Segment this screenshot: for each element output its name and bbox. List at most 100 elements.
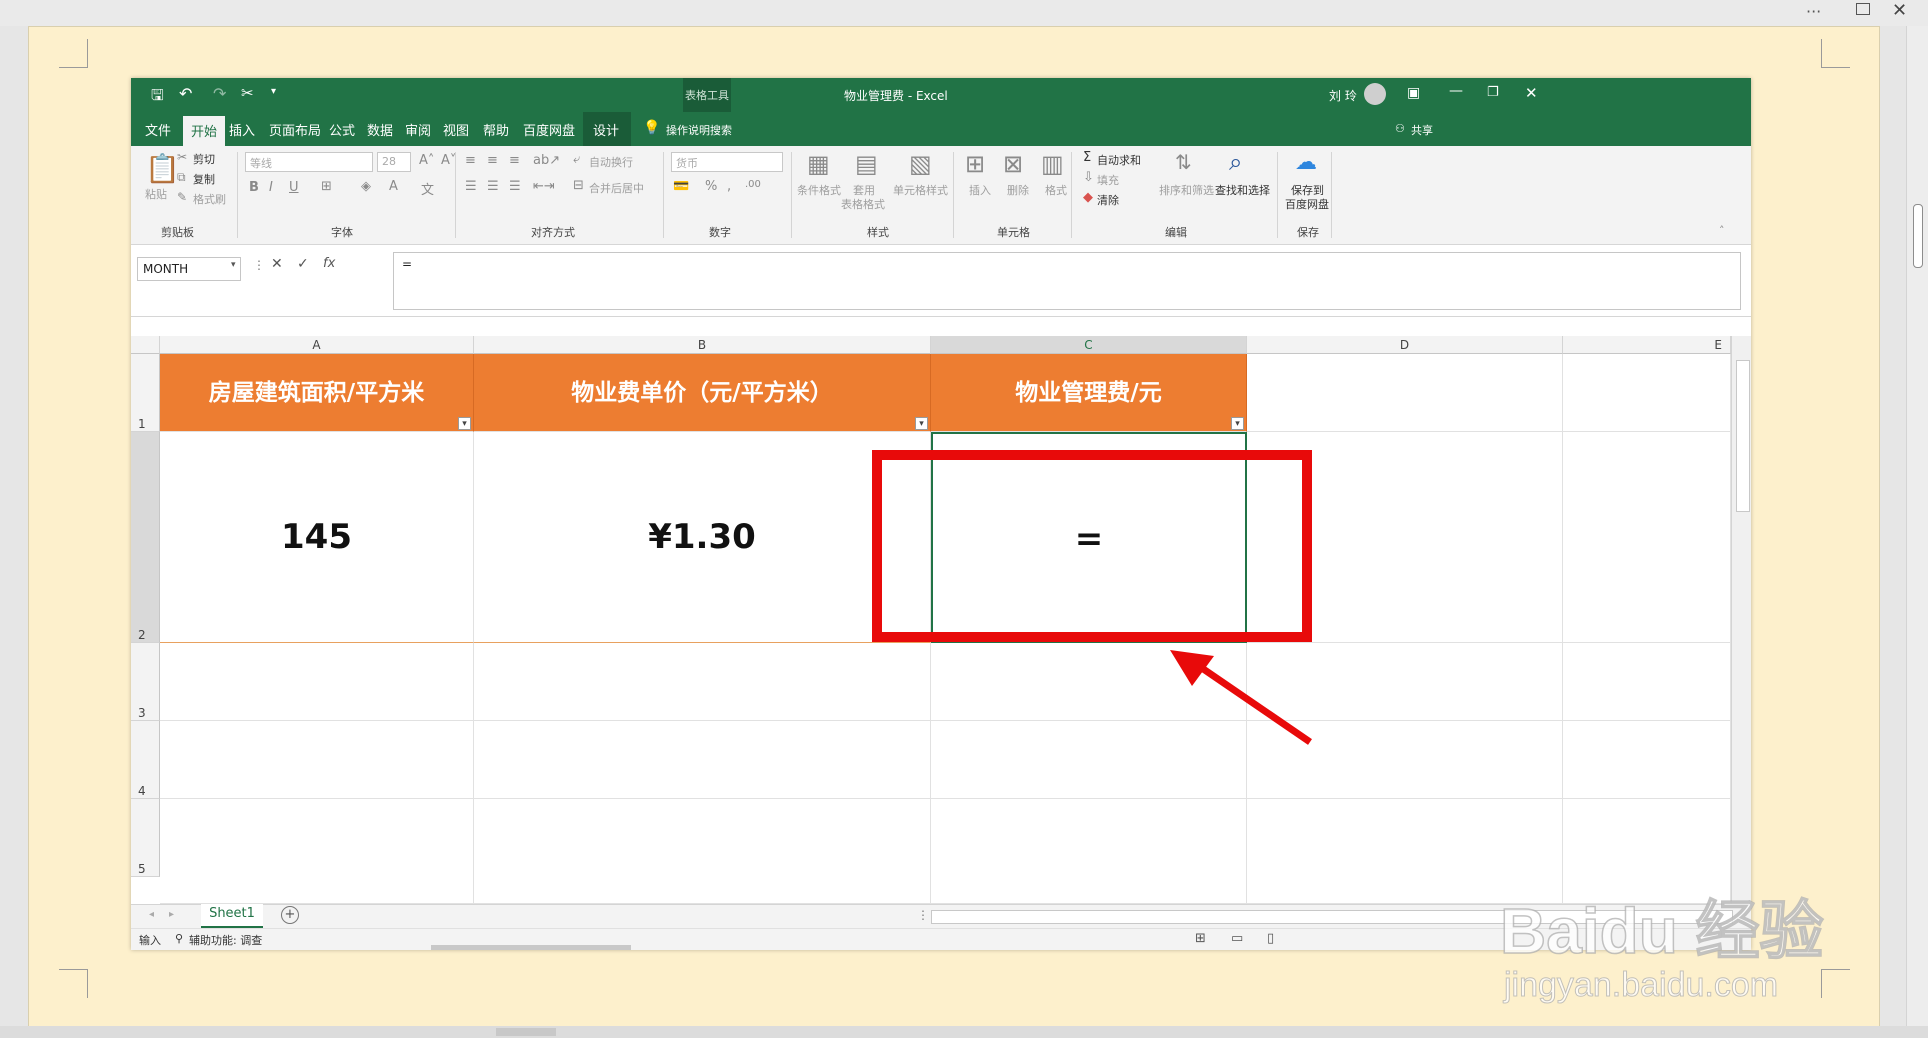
close-icon[interactable]: ✕ [1525,84,1538,102]
italic-icon[interactable]: I [269,180,273,195]
row-header-4[interactable]: 4 [131,721,160,799]
find-select-button[interactable]: 查找和选择 [1215,182,1270,198]
column-header-c[interactable]: C [931,336,1247,354]
sheet-scroll-thumb[interactable] [1736,360,1750,512]
save-icon[interactable]: 🖫 [151,85,164,110]
cell-b3[interactable] [474,643,931,721]
insert-cells-button[interactable]: 插入 [969,182,991,198]
accessibility-status[interactable]: 辅助功能: 调查 [189,932,262,948]
tab-view[interactable]: 视图 [443,120,469,139]
cut-qat-icon[interactable]: ✂ [241,84,254,102]
tab-insert[interactable]: 插入 [229,120,255,139]
row-header-1[interactable]: 1 [131,354,160,432]
cell-c5[interactable] [931,799,1247,904]
wrap-text-button[interactable]: 自动换行 [589,154,633,170]
restore-icon[interactable]: ❐ [1487,85,1499,100]
orientation-icon[interactable]: ab↗ [533,153,560,168]
collapse-ribbon-icon[interactable]: ˄ [1719,224,1725,237]
row-header-5[interactable]: 5 [131,799,160,877]
align-right-icon[interactable]: ☰ [509,179,521,194]
align-left-icon[interactable]: ☰ [465,179,477,194]
tab-split-grip-icon[interactable]: ⋮ [917,908,929,922]
cell-b5[interactable] [474,799,931,904]
scrollbar-thumb[interactable] [1913,204,1923,268]
window-mode-icon[interactable] [1856,3,1870,15]
font-size-box[interactable]: 28 [377,152,411,172]
currency-format-icon[interactable]: 💳 [673,179,689,194]
paste-button[interactable]: 粘贴 [145,186,167,202]
fill-button[interactable]: 填充 [1097,172,1119,188]
number-format-box[interactable]: 货币 [671,152,783,172]
cell-e1[interactable] [1563,354,1731,432]
conditional-format-button[interactable]: 条件格式 [797,182,841,198]
minimize-icon[interactable]: — [1449,83,1463,99]
copy-button[interactable]: 复制 [193,171,215,187]
delete-cells-button[interactable]: 删除 [1007,182,1029,198]
column-header-d[interactable]: D [1247,336,1563,354]
column-header-e[interactable]: E [1563,336,1731,354]
align-bottom-icon[interactable]: ≡ [509,153,520,168]
filter-dropdown-icon[interactable]: ▾ [458,417,471,430]
tab-help[interactable]: 帮助 [483,120,509,139]
cell-a4[interactable] [160,721,474,799]
customize-qat-icon[interactable]: ▾ [271,86,276,97]
row-header-2[interactable]: 2 [131,432,160,643]
align-center-icon[interactable]: ☰ [487,179,499,194]
name-box-dropdown-icon[interactable]: ▾ [231,260,236,270]
confirm-edit-icon[interactable]: ✓ [297,256,309,272]
header-cell-a1[interactable]: 房屋建筑面积/平方米 [160,354,474,432]
cell-d1[interactable] [1247,354,1563,432]
save-to-netdisk-button-line2[interactable]: 百度网盘 [1285,196,1329,212]
add-sheet-icon[interactable]: + [281,906,299,924]
clear-button[interactable]: 清除 [1097,192,1119,208]
align-middle-icon[interactable]: ≡ [487,153,498,168]
user-name[interactable]: 刘 玲 [1329,87,1357,104]
grow-font-icon[interactable]: A˄ [419,153,434,168]
header-cell-b1[interactable]: 物业费单价（元/平方米） [474,354,931,432]
prev-sheet-icon[interactable]: ◂ [149,909,154,920]
cell-e4[interactable] [1563,721,1731,799]
tab-formulas[interactable]: 公式 [329,120,355,139]
page-break-view-icon[interactable]: ▯ [1267,931,1274,946]
column-header-b[interactable]: B [474,336,931,354]
indent-icon[interactable]: ⇤⇥ [533,179,555,194]
cell-styles-button[interactable]: 单元格样式 [893,182,948,198]
tab-page-layout[interactable]: 页面布局 [269,120,321,139]
cell-a5[interactable] [160,799,474,904]
column-header-a[interactable]: A [160,336,474,354]
tab-baidu-netdisk[interactable]: 百度网盘 [523,120,575,139]
row-header-3[interactable]: 3 [131,643,160,721]
phonetic-icon[interactable]: 文 [421,179,434,198]
borders-icon[interactable]: ⊞ [321,179,332,194]
sheet-tab-sheet1[interactable]: Sheet1 [201,904,263,928]
formula-input[interactable]: = [393,252,1741,310]
page-layout-view-icon[interactable]: ▭ [1231,931,1243,946]
decimal-icon[interactable]: .00 [745,179,761,190]
cut-button[interactable]: 剪切 [193,151,215,167]
cell-b2[interactable]: ¥1.30 [474,432,931,643]
cell-e2[interactable] [1563,432,1731,643]
ribbon-display-icon[interactable]: ▣ [1407,85,1420,101]
autosum-button[interactable]: 自动求和 [1097,152,1141,168]
name-box[interactable]: MONTH [137,257,241,281]
tab-review[interactable]: 审阅 [405,120,431,139]
sheet-vertical-scrollbar[interactable] [1731,336,1751,904]
cell-e3[interactable] [1563,643,1731,721]
font-color-icon[interactable]: A [389,179,398,194]
next-sheet-icon[interactable]: ▸ [169,909,174,920]
avatar[interactable] [1364,83,1386,105]
share-button[interactable]: 共享 [1411,122,1433,138]
merge-center-button[interactable]: 合并后居中 [589,180,644,196]
paste-icon[interactable]: 📋 [145,152,180,185]
bottom-scroll-thumb[interactable] [496,1028,556,1036]
comma-icon[interactable]: , [727,179,731,194]
normal-view-icon[interactable]: ⊞ [1195,931,1206,946]
filter-dropdown-icon[interactable]: ▾ [1231,417,1244,430]
tab-home[interactable]: 开始 [183,116,226,148]
cancel-edit-icon[interactable]: ✕ [271,256,283,272]
format-painter-button[interactable]: 格式刷 [193,191,226,207]
select-all-corner[interactable] [131,336,160,354]
tab-design[interactable]: 设计 [593,120,619,139]
tab-data[interactable]: 数据 [367,120,393,139]
sort-filter-button[interactable]: 排序和筛选 [1159,182,1214,198]
